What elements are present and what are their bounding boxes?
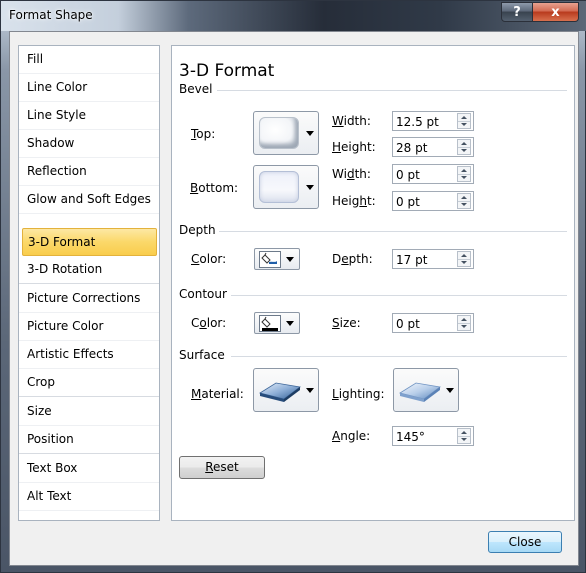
- spinner-arrows-icon[interactable]: [457, 113, 471, 129]
- spinner-arrows-icon[interactable]: [457, 139, 471, 155]
- section-bevel: Bevel: [179, 82, 213, 96]
- close-button[interactable]: Close: [488, 531, 562, 553]
- bevel-bottom-height-spinner[interactable]: 0 pt: [392, 191, 474, 211]
- angle-spinner[interactable]: 145°: [392, 426, 474, 446]
- chevron-down-icon: [306, 131, 314, 136]
- bevel-bottom-preview-icon: [259, 171, 299, 203]
- bevel-top-height-label: Height:: [332, 140, 376, 154]
- bevel-top-height-value: 28 pt: [396, 141, 428, 155]
- bevel-bottom-width-label: Width:: [332, 167, 371, 181]
- lighting-label: Lighting:: [332, 387, 385, 401]
- depth-color-label: Color:: [191, 252, 227, 266]
- chevron-down-icon: [306, 388, 314, 393]
- nav-item-picture-corrections[interactable]: Picture Corrections: [19, 285, 159, 313]
- category-list: Fill Line Color Line Style Shadow Reflec…: [18, 45, 160, 521]
- reset-button[interactable]: Reset: [179, 456, 265, 479]
- spinner-arrows-icon[interactable]: [457, 428, 471, 444]
- nav-item-3d-format[interactable]: 3-D Format: [22, 228, 157, 256]
- bevel-bottom-label: Bottom:: [190, 181, 239, 195]
- caption-buttons: ? x: [501, 2, 579, 22]
- bevel-top-preview-icon: [259, 117, 299, 149]
- contour-size-spinner[interactable]: 0 pt: [392, 313, 474, 333]
- chevron-down-icon: [306, 185, 314, 190]
- contour-color-button[interactable]: [254, 312, 300, 334]
- section-depth: Depth: [179, 223, 216, 237]
- help-icon: ?: [513, 4, 521, 20]
- spinner-arrows-icon[interactable]: [457, 315, 471, 331]
- nav-item-glow-soft-edges[interactable]: Glow and Soft Edges: [19, 186, 159, 214]
- angle-label: Angle:: [332, 429, 371, 443]
- depth-color-button[interactable]: [254, 248, 300, 270]
- bevel-bottom-height-value: 0 pt: [396, 195, 420, 209]
- section-divider: [231, 356, 567, 357]
- section-divider: [219, 231, 567, 232]
- spinner-arrows-icon[interactable]: [457, 193, 471, 209]
- fill-bucket-icon: [259, 251, 281, 268]
- material-preview-icon: [258, 382, 301, 402]
- format-shape-dialog: Format Shape ? x Fill Line Color Line St…: [0, 0, 586, 573]
- depth-spinner[interactable]: 17 pt: [392, 249, 474, 269]
- lighting-gallery-button[interactable]: [393, 368, 459, 412]
- nav-item-shadow[interactable]: Shadow: [19, 130, 159, 158]
- angle-value: 145°: [396, 430, 425, 444]
- material-label: Material:: [191, 387, 244, 401]
- chevron-down-icon: [286, 257, 294, 262]
- help-button[interactable]: ?: [501, 2, 533, 22]
- bevel-bottom-width-spinner[interactable]: 0 pt: [392, 164, 474, 184]
- bevel-top-width-spinner[interactable]: 12.5 pt: [392, 111, 474, 131]
- section-surface: Surface: [179, 348, 225, 362]
- nav-item-alt-text[interactable]: Alt Text: [19, 483, 159, 511]
- bevel-top-label: Top:: [191, 127, 216, 141]
- nav-item-text-box[interactable]: Text Box: [19, 455, 159, 483]
- bevel-top-height-spinner[interactable]: 28 pt: [392, 137, 474, 157]
- bevel-top-gallery-button[interactable]: [253, 111, 319, 155]
- spinner-arrows-icon[interactable]: [457, 166, 471, 182]
- close-icon: x: [551, 4, 560, 20]
- spinner-arrows-icon[interactable]: [457, 251, 471, 267]
- nav-item-reflection[interactable]: Reflection: [19, 158, 159, 186]
- depth-label: Depth:: [332, 252, 373, 266]
- section-divider: [217, 90, 567, 91]
- settings-panel: [171, 45, 575, 521]
- lighting-preview-icon: [398, 382, 441, 402]
- chevron-down-icon: [286, 321, 294, 326]
- contour-size-label: Size:: [332, 316, 361, 330]
- bevel-bottom-width-value: 0 pt: [396, 168, 420, 182]
- nav-item-artistic-effects[interactable]: Artistic Effects: [19, 341, 159, 369]
- window-close-button[interactable]: x: [533, 2, 579, 22]
- nav-item-line-style[interactable]: Line Style: [19, 102, 159, 130]
- contour-color-label: Color:: [191, 316, 227, 330]
- bevel-bottom-height-label: Height:: [332, 194, 376, 208]
- material-gallery-button[interactable]: [253, 368, 319, 412]
- bevel-top-width-label: Width:: [332, 114, 371, 128]
- section-divider: [231, 295, 567, 296]
- nav-item-position[interactable]: Position: [19, 426, 159, 454]
- title-bar[interactable]: Format Shape ? x: [1, 1, 586, 31]
- depth-value: 17 pt: [396, 253, 428, 267]
- contour-size-value: 0 pt: [396, 317, 420, 331]
- nav-item-3d-rotation[interactable]: 3-D Rotation: [19, 256, 159, 284]
- bevel-bottom-gallery-button[interactable]: [253, 165, 319, 209]
- chevron-down-icon: [446, 388, 454, 393]
- section-contour: Contour: [179, 287, 227, 301]
- fill-bucket-icon: [259, 315, 281, 332]
- nav-item-line-color[interactable]: Line Color: [19, 74, 159, 102]
- nav-item-fill[interactable]: Fill: [19, 46, 159, 74]
- nav-item-crop[interactable]: Crop: [19, 369, 159, 397]
- window-title: Format Shape: [9, 8, 93, 22]
- nav-item-size[interactable]: Size: [19, 398, 159, 426]
- bevel-top-width-value: 12.5 pt: [396, 115, 439, 129]
- panel-title: 3-D Format: [179, 61, 275, 81]
- nav-item-picture-color[interactable]: Picture Color: [19, 313, 159, 341]
